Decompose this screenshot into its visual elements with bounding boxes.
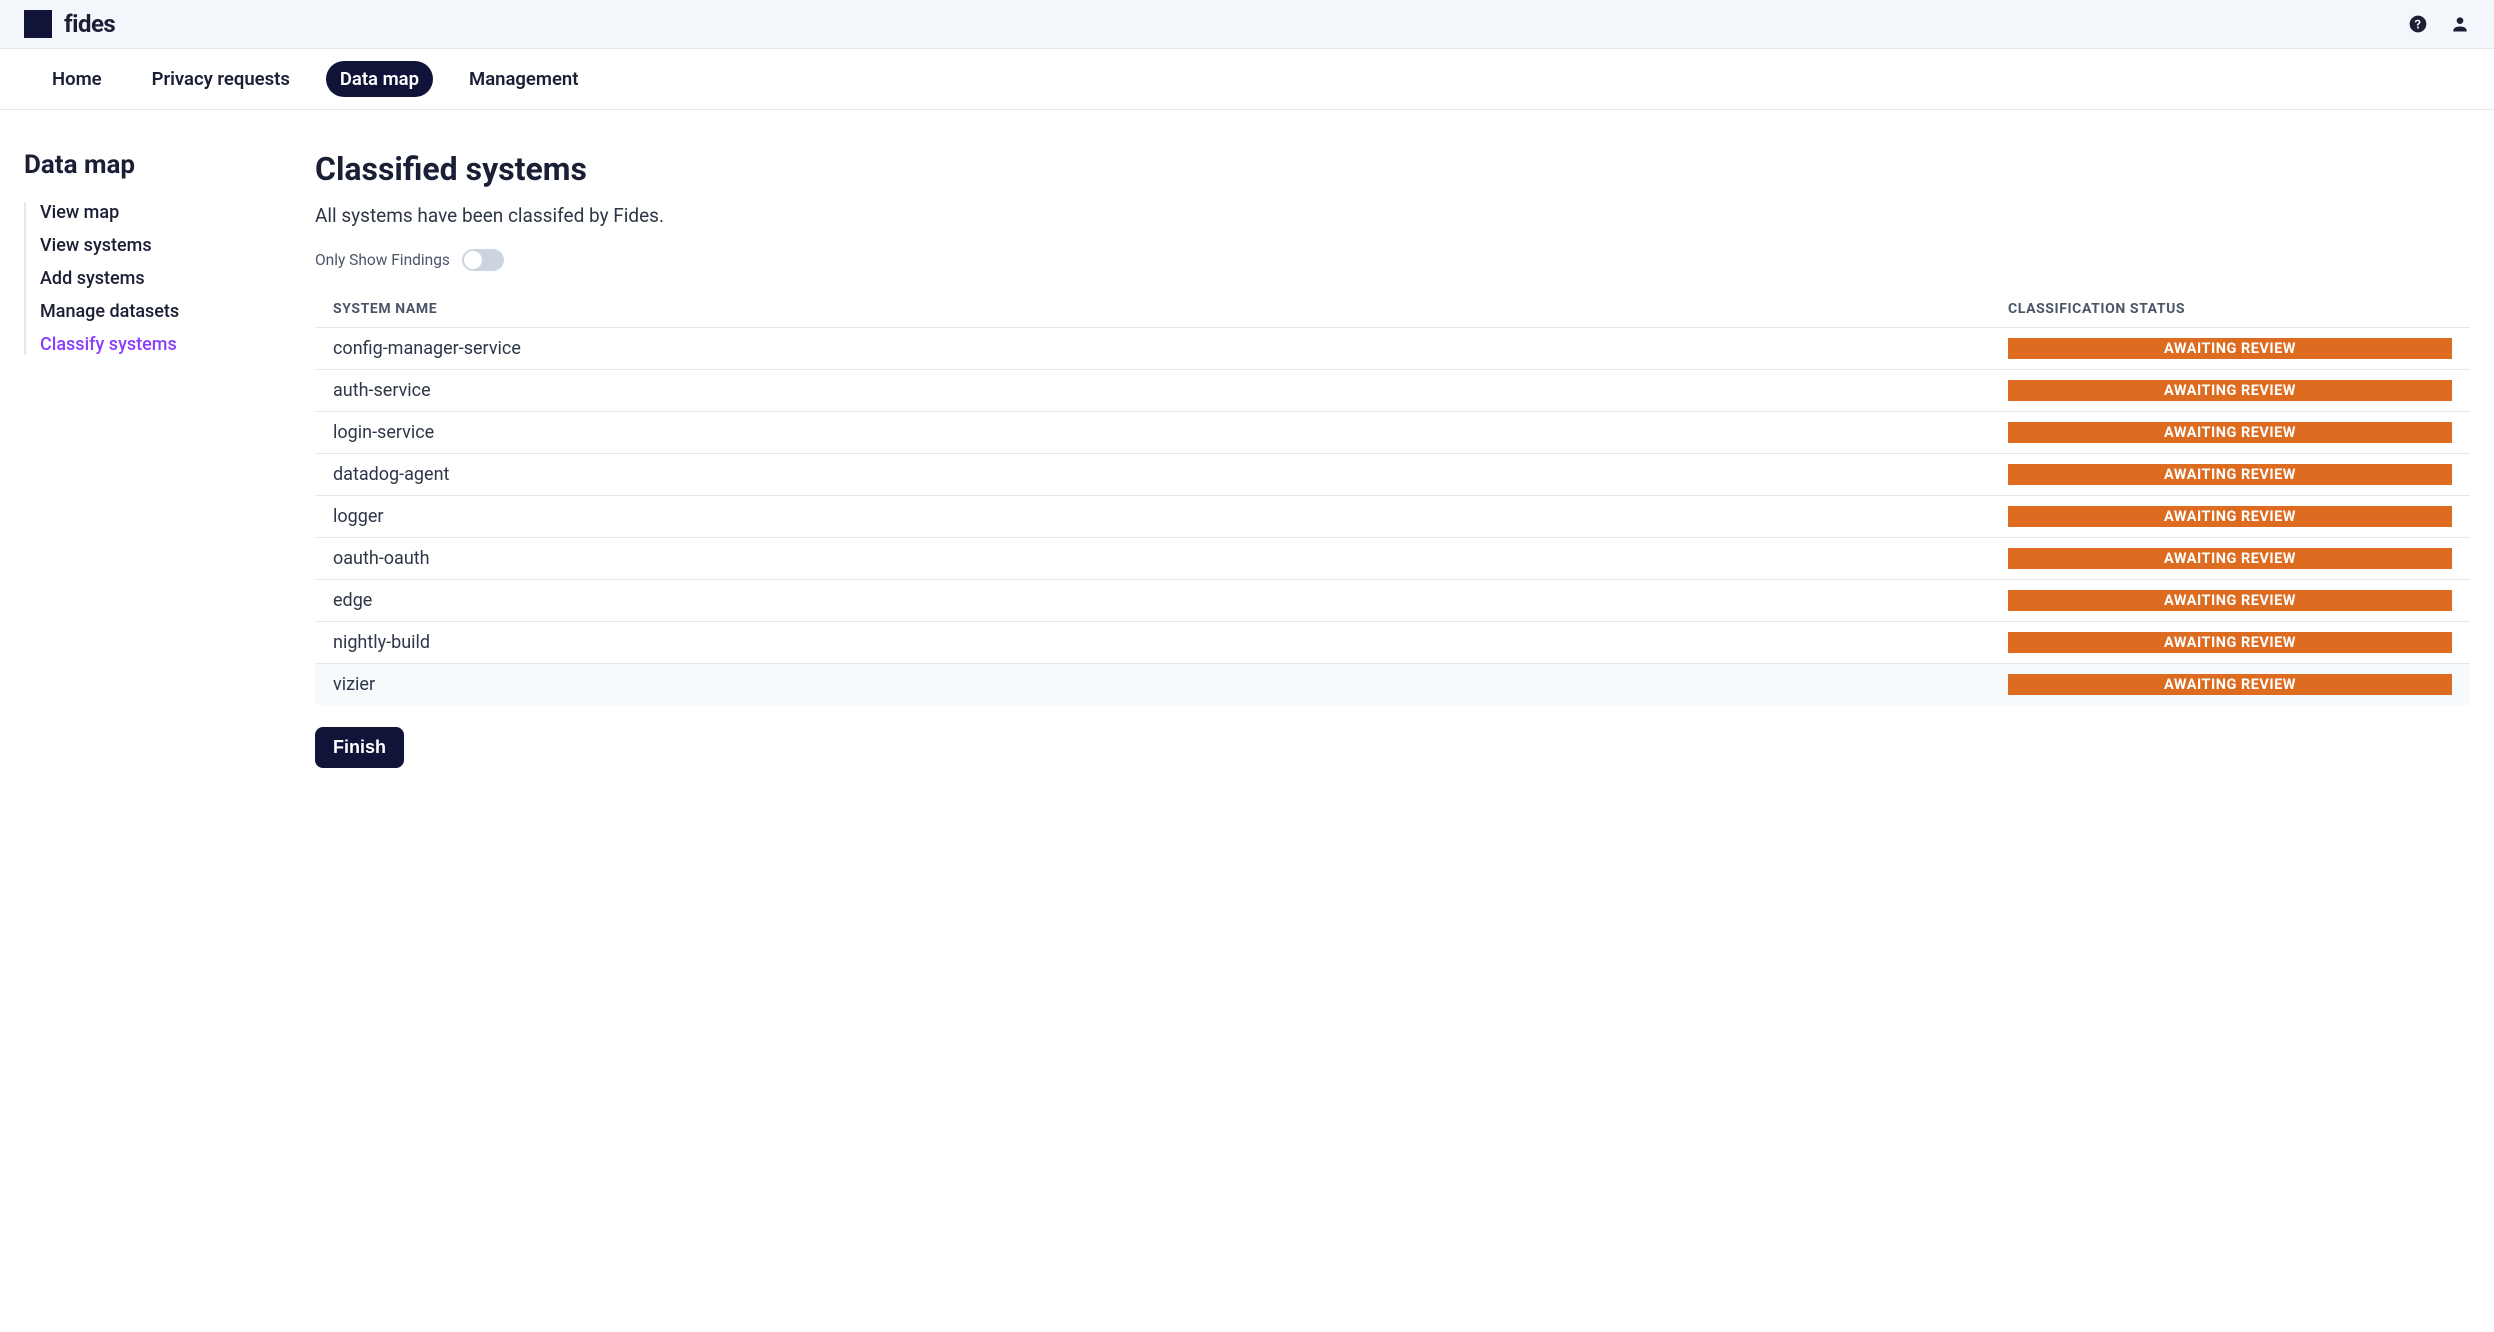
help-icon[interactable] (2408, 14, 2428, 34)
classification-status-cell: AWAITING REVIEW (1990, 580, 2470, 622)
sidebar-item-view-map[interactable]: View map (40, 202, 279, 223)
classification-status-cell: AWAITING REVIEW (1990, 370, 2470, 412)
only-show-findings-row: Only Show Findings (315, 249, 2470, 271)
table-row[interactable]: nightly-build AWAITING REVIEW (315, 622, 2470, 664)
nav-data-map[interactable]: Data map (326, 61, 433, 97)
col-header-classification-status: CLASSIFICATION STATUS (1990, 291, 2470, 328)
system-name-cell: edge (315, 580, 1990, 622)
status-badge: AWAITING REVIEW (2008, 422, 2452, 443)
table-row[interactable]: login-service AWAITING REVIEW (315, 412, 2470, 454)
status-badge: AWAITING REVIEW (2008, 632, 2452, 653)
system-name-cell: logger (315, 496, 1990, 538)
sidebar-item-manage-datasets[interactable]: Manage datasets (40, 301, 279, 322)
classification-status-cell: AWAITING REVIEW (1990, 538, 2470, 580)
page-title: Classified systems (315, 150, 2470, 188)
system-name-cell: nightly-build (315, 622, 1990, 664)
status-badge: AWAITING REVIEW (2008, 380, 2452, 401)
system-name-cell: oauth-oauth (315, 538, 1990, 580)
table-row[interactable]: auth-service AWAITING REVIEW (315, 370, 2470, 412)
main: Classified systems All systems have been… (315, 150, 2470, 768)
status-badge: AWAITING REVIEW (2008, 548, 2452, 569)
sidebar-item-classify-systems[interactable]: Classify systems (40, 334, 279, 355)
classification-status-cell: AWAITING REVIEW (1990, 664, 2470, 706)
col-header-system-name: SYSTEM NAME (315, 291, 1990, 328)
only-show-findings-label: Only Show Findings (315, 251, 450, 269)
classification-status-cell: AWAITING REVIEW (1990, 622, 2470, 664)
system-name-cell: datadog-agent (315, 454, 1990, 496)
only-show-findings-toggle[interactable] (462, 249, 504, 271)
layout: Data map View map View systems Add syste… (0, 110, 2494, 808)
status-badge: AWAITING REVIEW (2008, 674, 2452, 695)
brand-name: fides (64, 10, 115, 38)
sidebar-list: View map View systems Add systems Manage… (24, 202, 279, 355)
sidebar: Data map View map View systems Add syste… (24, 150, 279, 768)
classification-status-cell: AWAITING REVIEW (1990, 496, 2470, 538)
status-badge: AWAITING REVIEW (2008, 338, 2452, 359)
brand-logo (24, 10, 52, 38)
topbar-right (2408, 14, 2470, 34)
page-subtitle: All systems have been classifed by Fides… (315, 204, 2470, 227)
sidebar-item-view-systems[interactable]: View systems (40, 235, 279, 256)
nav-privacy-requests[interactable]: Privacy requests (138, 61, 304, 97)
status-badge: AWAITING REVIEW (2008, 590, 2452, 611)
system-name-cell: vizier (315, 664, 1990, 706)
finish-button[interactable]: Finish (315, 727, 404, 768)
status-badge: AWAITING REVIEW (2008, 506, 2452, 527)
brand[interactable]: fides (24, 10, 115, 38)
nav-home[interactable]: Home (38, 61, 116, 97)
sidebar-item-add-systems[interactable]: Add systems (40, 268, 279, 289)
sidebar-title: Data map (24, 150, 279, 180)
table-row[interactable]: config-manager-service AWAITING REVIEW (315, 328, 2470, 370)
system-name-cell: config-manager-service (315, 328, 1990, 370)
status-badge: AWAITING REVIEW (2008, 464, 2452, 485)
nav-management[interactable]: Management (455, 61, 592, 97)
table-row[interactable]: oauth-oauth AWAITING REVIEW (315, 538, 2470, 580)
table-row[interactable]: datadog-agent AWAITING REVIEW (315, 454, 2470, 496)
user-icon[interactable] (2450, 14, 2470, 34)
topbar: fides (0, 0, 2494, 49)
system-name-cell: login-service (315, 412, 1990, 454)
classification-status-cell: AWAITING REVIEW (1990, 412, 2470, 454)
system-name-cell: auth-service (315, 370, 1990, 412)
top-nav: Home Privacy requests Data map Managemen… (0, 49, 2494, 110)
classification-status-cell: AWAITING REVIEW (1990, 454, 2470, 496)
systems-table: SYSTEM NAME CLASSIFICATION STATUS config… (315, 291, 2470, 705)
table-row[interactable]: logger AWAITING REVIEW (315, 496, 2470, 538)
classification-status-cell: AWAITING REVIEW (1990, 328, 2470, 370)
table-row[interactable]: edge AWAITING REVIEW (315, 580, 2470, 622)
table-row[interactable]: vizier AWAITING REVIEW (315, 664, 2470, 706)
